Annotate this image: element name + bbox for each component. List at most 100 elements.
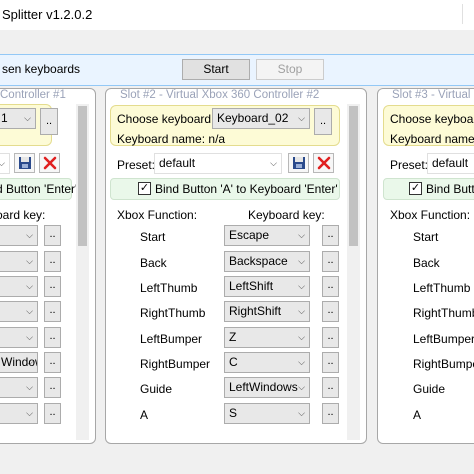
slot-3-function-label-2: LeftThumb <box>413 281 471 295</box>
slot-2-function-label-0: Start <box>140 230 166 244</box>
slot-2-key-browse-2[interactable]: .. <box>322 276 339 297</box>
slot-1-bind-label: d Button 'Enter' <box>0 182 78 196</box>
slot-2-function-label-5: RightBumper <box>140 357 211 371</box>
chevron-down-icon: ⌵ <box>298 382 305 392</box>
slot-2-function-label-7: A <box>140 408 149 422</box>
slot-2-bind-checkbox[interactable]: ✓ <box>138 182 151 195</box>
slot-2-xbox-function-header: Xbox Function: <box>117 208 198 222</box>
chevron-down-icon: ⌵ <box>298 281 305 291</box>
slot-2-keyboard-select[interactable]: Keyboard_02 ⌵ <box>212 108 310 129</box>
slot-1-key-select-2[interactable]: ⌵ <box>0 276 38 297</box>
slot-2-choose-keyboard-label: Choose keyboard: <box>117 112 215 126</box>
slot-1-key-browse-0[interactable]: .. <box>44 225 61 246</box>
chevron-down-icon: ⌵ <box>26 230 33 240</box>
slot-3-function-label-5: RightBumper <box>413 357 474 371</box>
slot-2-function-label-6: Guide <box>140 382 173 396</box>
slot-2-key-browse-6[interactable]: .. <box>322 377 339 398</box>
slot-2-key-browse-4[interactable]: .. <box>322 327 339 348</box>
slot-2-function-label-4: LeftBumper <box>140 332 203 346</box>
slot-1-keyboard-select[interactable]: 1 ⌵ <box>0 108 36 129</box>
slot-2-key-select-1[interactable]: Backspace ⌵ <box>224 251 310 272</box>
slot-2-key-select-5[interactable]: C ⌵ <box>224 352 310 373</box>
start-button[interactable]: Start <box>182 59 250 80</box>
slot-3-function-label-0: Start <box>413 230 439 244</box>
slot-2-key-browse-3[interactable]: .. <box>322 301 339 322</box>
slot-1-scrollbar-thumb[interactable] <box>78 106 87 246</box>
slot-2-preset-select[interactable]: default ⌵ <box>154 153 282 174</box>
slot-3-preset-select[interactable]: default <box>427 153 474 174</box>
status-text: sen keyboards <box>2 62 81 76</box>
slot-3-choose-keyboard-label: Choose keyboard <box>390 112 474 126</box>
chevron-down-icon: ⌵ <box>298 306 305 316</box>
slot-1-keyboard-key-header: oard key: <box>0 208 46 222</box>
slot-3-bind-label: Bind Button <box>426 182 474 196</box>
slot-2-key-browse-1[interactable]: .. <box>322 251 339 272</box>
stop-button[interactable]: Stop <box>256 59 324 80</box>
slot-2-function-label-2: LeftThumb <box>140 281 198 295</box>
slot-1-key-select-0[interactable]: ⌵ <box>0 225 38 246</box>
slot-1-key-select-3[interactable]: ⌵ <box>0 301 38 322</box>
slot-3-function-label-4: LeftBumper <box>413 332 474 346</box>
slot-1-keyboard-browse-button[interactable]: .. <box>40 108 58 135</box>
chevron-down-icon: ⌵ <box>24 113 31 123</box>
slot-2-keyboard-key-header: Keyboard key: <box>248 208 325 222</box>
slot-1-key-select-6[interactable]: ⌵ <box>0 377 38 398</box>
slot-3-bind-checkbox[interactable]: ✓ <box>409 182 422 195</box>
save-icon <box>18 157 31 169</box>
delete-icon <box>317 156 330 170</box>
slot-2-title: Slot #2 - Virtual Xbox 360 Controller #2 <box>120 89 320 101</box>
slot-2-bind-label: Bind Button 'A' to Keyboard 'Enter' <box>155 182 338 196</box>
chevron-down-icon: ⌵ <box>0 154 5 173</box>
chevron-down-icon: ⌵ <box>298 408 305 418</box>
slot-2-preset-label: Preset: <box>117 158 156 172</box>
slot-1-key-browse-5[interactable]: .. <box>44 352 61 373</box>
slot-2-key-select-3[interactable]: RightShift ⌵ <box>224 301 310 322</box>
slot-1-key-browse-4[interactable]: .. <box>44 327 61 348</box>
slot-1-title: Controller #1 <box>0 89 66 101</box>
bottom-bar <box>0 446 474 474</box>
slot-3-title: Slot #3 - Virtual <box>392 89 471 101</box>
slot-1-key-browse-2[interactable]: .. <box>44 276 61 297</box>
slot-1-key-select-5[interactable]: Windows⌵ <box>0 352 38 373</box>
chevron-down-icon: ⌵ <box>26 382 33 392</box>
slot-1-key-browse-7[interactable]: .. <box>44 403 61 424</box>
slot-2-key-select-2[interactable]: LeftShift ⌵ <box>224 276 310 297</box>
slot-2-key-select-0[interactable]: Escape ⌵ <box>224 225 310 246</box>
slot-2-key-select-7[interactable]: S ⌵ <box>224 403 310 424</box>
slot-1-key-select-7[interactable]: ⌵ <box>0 403 38 424</box>
slot-1-key-browse-6[interactable]: .. <box>44 377 61 398</box>
chevron-down-icon: ⌵ <box>26 281 33 291</box>
save-icon <box>292 157 305 169</box>
slot-3-preset-label: Preset: <box>390 158 429 172</box>
slot-2-key-browse-0[interactable]: .. <box>322 225 339 246</box>
slot-2-keyboard-name-label: Keyboard name: n/a <box>117 132 226 146</box>
slot-1-preset-select[interactable]: ⌵ <box>0 153 10 174</box>
slot-2-keyboard-browse-button[interactable]: .. <box>314 108 332 135</box>
slot-1-save-preset-button[interactable] <box>14 153 35 173</box>
slot-2-function-label-3: RightThumb <box>140 306 206 320</box>
slot-3-function-label-3: RightThumb <box>413 306 474 320</box>
chevron-down-icon: ⌵ <box>270 158 277 168</box>
chevron-down-icon: ⌵ <box>26 306 33 316</box>
slot-2-delete-preset-button[interactable] <box>313 153 334 173</box>
slot-2-key-browse-7[interactable]: .. <box>322 403 339 424</box>
chevron-down-icon: ⌵ <box>26 332 33 342</box>
slot-3-keyboard-name-label: Keyboard name <box>390 132 474 146</box>
chevron-down-icon: ⌵ <box>26 256 33 266</box>
slot-2-key-select-4[interactable]: Z ⌵ <box>224 327 310 348</box>
slot-2-key-select-6[interactable]: LeftWindows ⌵ <box>224 377 310 398</box>
slot-1-key-browse-3[interactable]: .. <box>44 301 61 322</box>
chevron-down-icon: ⌵ <box>298 332 305 342</box>
slot-1-key-browse-1[interactable]: .. <box>44 251 61 272</box>
slot-2-key-browse-5[interactable]: .. <box>322 352 339 373</box>
slot-3-function-label-6: Guide <box>413 382 446 396</box>
chevron-down-icon: ⌵ <box>298 256 305 266</box>
menu-strip <box>0 30 474 50</box>
chevron-down-icon: ⌵ <box>298 357 305 367</box>
slot-1-key-select-1[interactable]: ⌵ <box>0 251 38 272</box>
slot-2-save-preset-button[interactable] <box>288 153 309 173</box>
slot-1-delete-preset-button[interactable] <box>39 153 60 173</box>
slot-1-key-select-4[interactable]: ⌵ <box>0 327 38 348</box>
slot-2-scrollbar-thumb[interactable] <box>349 106 358 246</box>
window-title: Splitter v1.2.0.2 <box>2 7 93 22</box>
